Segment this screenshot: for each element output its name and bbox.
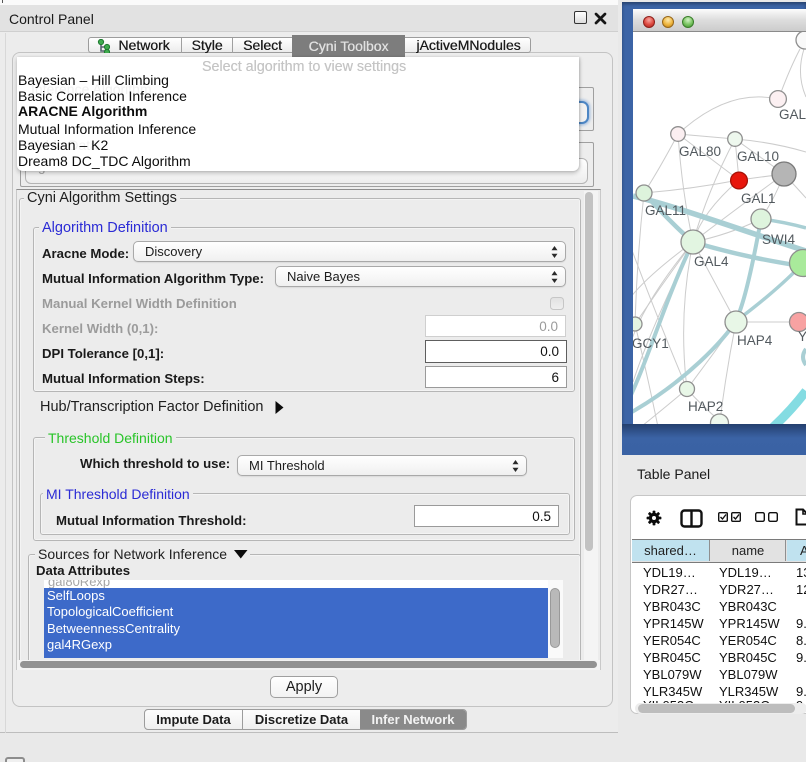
svg-text:GAL80: GAL80 [679, 144, 721, 159]
svg-text:GAL11: GAL11 [645, 203, 686, 218]
svg-text:SWI4: SWI4 [762, 232, 795, 247]
svg-text:GAL1: GAL1 [741, 191, 776, 206]
svg-text:GAL10: GAL10 [737, 149, 779, 164]
svg-text:HAP2: HAP2 [688, 399, 723, 414]
svg-text:GCY1: GCY1 [633, 336, 669, 351]
svg-text:HAP4: HAP4 [737, 333, 773, 348]
svg-text:GAL4: GAL4 [694, 254, 729, 269]
svg-text:Y: Y [798, 329, 806, 344]
svg-text:GAL7: GAL7 [779, 107, 806, 122]
